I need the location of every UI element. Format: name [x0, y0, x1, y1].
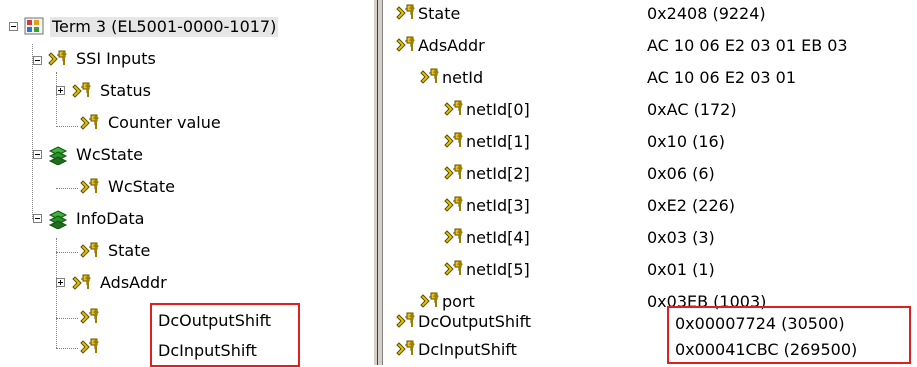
property-row-netid[interactable]: netId — [420, 64, 483, 90]
tree-item-label: Counter value — [108, 113, 221, 132]
property-row-netid-4[interactable]: netId[4] — [444, 224, 530, 250]
io-variable-icon — [444, 195, 466, 215]
io-variable-icon — [80, 337, 102, 357]
property-row-netid-1[interactable]: netId[1] — [444, 128, 530, 154]
stacked-green-icon — [48, 209, 70, 229]
property-value: 0x10 (16) — [647, 131, 725, 151]
tree-item-label-dc-output-shift[interactable]: DcOutputShift — [158, 311, 298, 330]
property-value: AC 10 06 E2 03 01 — [647, 67, 796, 87]
property-name: netId[3] — [466, 195, 530, 215]
tree-item-ssi-inputs[interactable]: SSI Inputs — [48, 46, 158, 72]
tree-item-term3[interactable]: Term 3 (EL5001-0000-1017) — [24, 14, 279, 40]
io-variable-icon — [48, 49, 70, 69]
tree-item-label: Status — [100, 81, 151, 100]
property-row-state[interactable]: State — [396, 0, 460, 26]
tree-item-wcstate-group[interactable]: WcState — [48, 142, 145, 168]
highlight-tree-box: DcOutputShift DcInputShift — [150, 303, 300, 367]
tree-item-label: InfoData — [76, 209, 145, 228]
property-row-dc-output-shift[interactable]: DcOutputShift — [396, 308, 531, 334]
collapse-infodata-expander[interactable] — [33, 214, 42, 223]
tree-guide-line — [32, 44, 33, 219]
tree-guide-line — [56, 318, 78, 319]
property-value: 0x01 (1) — [647, 259, 715, 279]
collapse-term-expander[interactable] — [9, 22, 18, 31]
tree-guide-line — [56, 188, 78, 189]
property-row-netid-0[interactable]: netId[0] — [444, 96, 530, 122]
collapse-wcstate-expander[interactable] — [33, 150, 42, 159]
property-name: DcInputShift — [418, 339, 517, 359]
property-value: 0xE2 (226) — [647, 195, 736, 215]
io-variable-icon — [80, 177, 102, 197]
linked-variable-icon — [80, 113, 102, 133]
property-value: 0x2408 (9224) — [647, 3, 766, 23]
property-name: netId[0] — [466, 99, 530, 119]
io-variable-icon — [444, 227, 466, 247]
tree-item-dc-input-shift[interactable] — [80, 334, 102, 360]
property-name: netId[4] — [466, 227, 530, 247]
tree-item-label: Term 3 (EL5001-0000-1017) — [50, 17, 279, 37]
tree-item-label: WcState — [76, 145, 143, 164]
io-variable-icon — [396, 3, 418, 23]
tree-item-label: AdsAddr — [100, 273, 167, 292]
tree-item-label: SSI Inputs — [76, 49, 156, 68]
property-name: AdsAddr — [418, 35, 485, 55]
io-variable-icon — [444, 131, 466, 151]
property-row-netid-5[interactable]: netId[5] — [444, 256, 530, 282]
tree-item-wcstate[interactable]: WcState — [80, 174, 177, 200]
io-variable-icon — [72, 273, 94, 293]
tree-guide-line — [56, 72, 57, 124]
io-variable-icon — [72, 81, 94, 101]
io-variable-icon — [396, 311, 418, 331]
terminal-icon — [24, 17, 46, 37]
tree-guide-line — [56, 126, 78, 127]
tree-guide-line — [56, 252, 78, 253]
tree-pane[interactable]: Term 3 (EL5001-0000-1017) SSI Inputs Sta… — [0, 0, 372, 367]
io-variable-icon — [80, 307, 102, 327]
property-value: 0x03 (3) — [647, 227, 715, 247]
tree-item-label: State — [108, 241, 151, 260]
property-value: 0x00007724 (30500) — [675, 313, 845, 333]
tree-guide-line — [56, 238, 57, 348]
io-variable-icon — [420, 67, 442, 87]
property-row-netid-2[interactable]: netId[2] — [444, 160, 530, 186]
highlight-values-box: 0x00007724 (30500) 0x00041CBC (269500) — [667, 306, 911, 364]
property-name: netId[2] — [466, 163, 530, 183]
property-name: netId[5] — [466, 259, 530, 279]
io-variable-icon — [396, 35, 418, 55]
property-value: 0x00041CBC (269500) — [675, 339, 858, 359]
stacked-green-icon — [48, 145, 70, 165]
io-variable-icon — [444, 259, 466, 279]
tree-item-counter-value[interactable]: Counter value — [80, 110, 223, 136]
property-value: 0xAC (172) — [647, 99, 737, 119]
property-row-dc-input-shift[interactable]: DcInputShift — [396, 336, 517, 362]
tree-item-state[interactable]: State — [80, 238, 152, 264]
io-variable-icon — [80, 241, 102, 261]
io-variable-icon — [396, 339, 418, 359]
property-row-netid-3[interactable]: netId[3] — [444, 192, 530, 218]
io-variable-icon — [444, 163, 466, 183]
tree-item-label: WcState — [108, 177, 175, 196]
tree-item-infodata[interactable]: InfoData — [48, 206, 146, 232]
properties-pane: State 0x2408 (9224) AdsAddr AC 10 06 E2 … — [382, 0, 917, 365]
property-name: State — [418, 3, 461, 23]
tree-item-label-dc-input-shift[interactable]: DcInputShift — [158, 341, 298, 360]
tree-item-status[interactable]: Status — [72, 78, 153, 104]
expand-status-expander[interactable] — [56, 86, 65, 95]
property-value: 0x06 (6) — [647, 163, 715, 183]
property-name: netId[1] — [466, 131, 530, 151]
tree-item-dc-output-shift[interactable] — [80, 304, 102, 330]
property-value: AC 10 06 E2 03 01 EB 03 — [647, 35, 848, 55]
property-name: netId — [442, 67, 484, 87]
collapse-ssi-inputs-expander[interactable] — [33, 56, 42, 65]
tree-guide-line — [56, 348, 78, 349]
io-variable-icon — [444, 99, 466, 119]
property-name: DcOutputShift — [418, 311, 532, 331]
expand-adsaddr-expander[interactable] — [56, 278, 65, 287]
property-row-adsaddr[interactable]: AdsAddr — [396, 32, 485, 58]
tree-item-adsaddr[interactable]: AdsAddr — [72, 270, 169, 296]
